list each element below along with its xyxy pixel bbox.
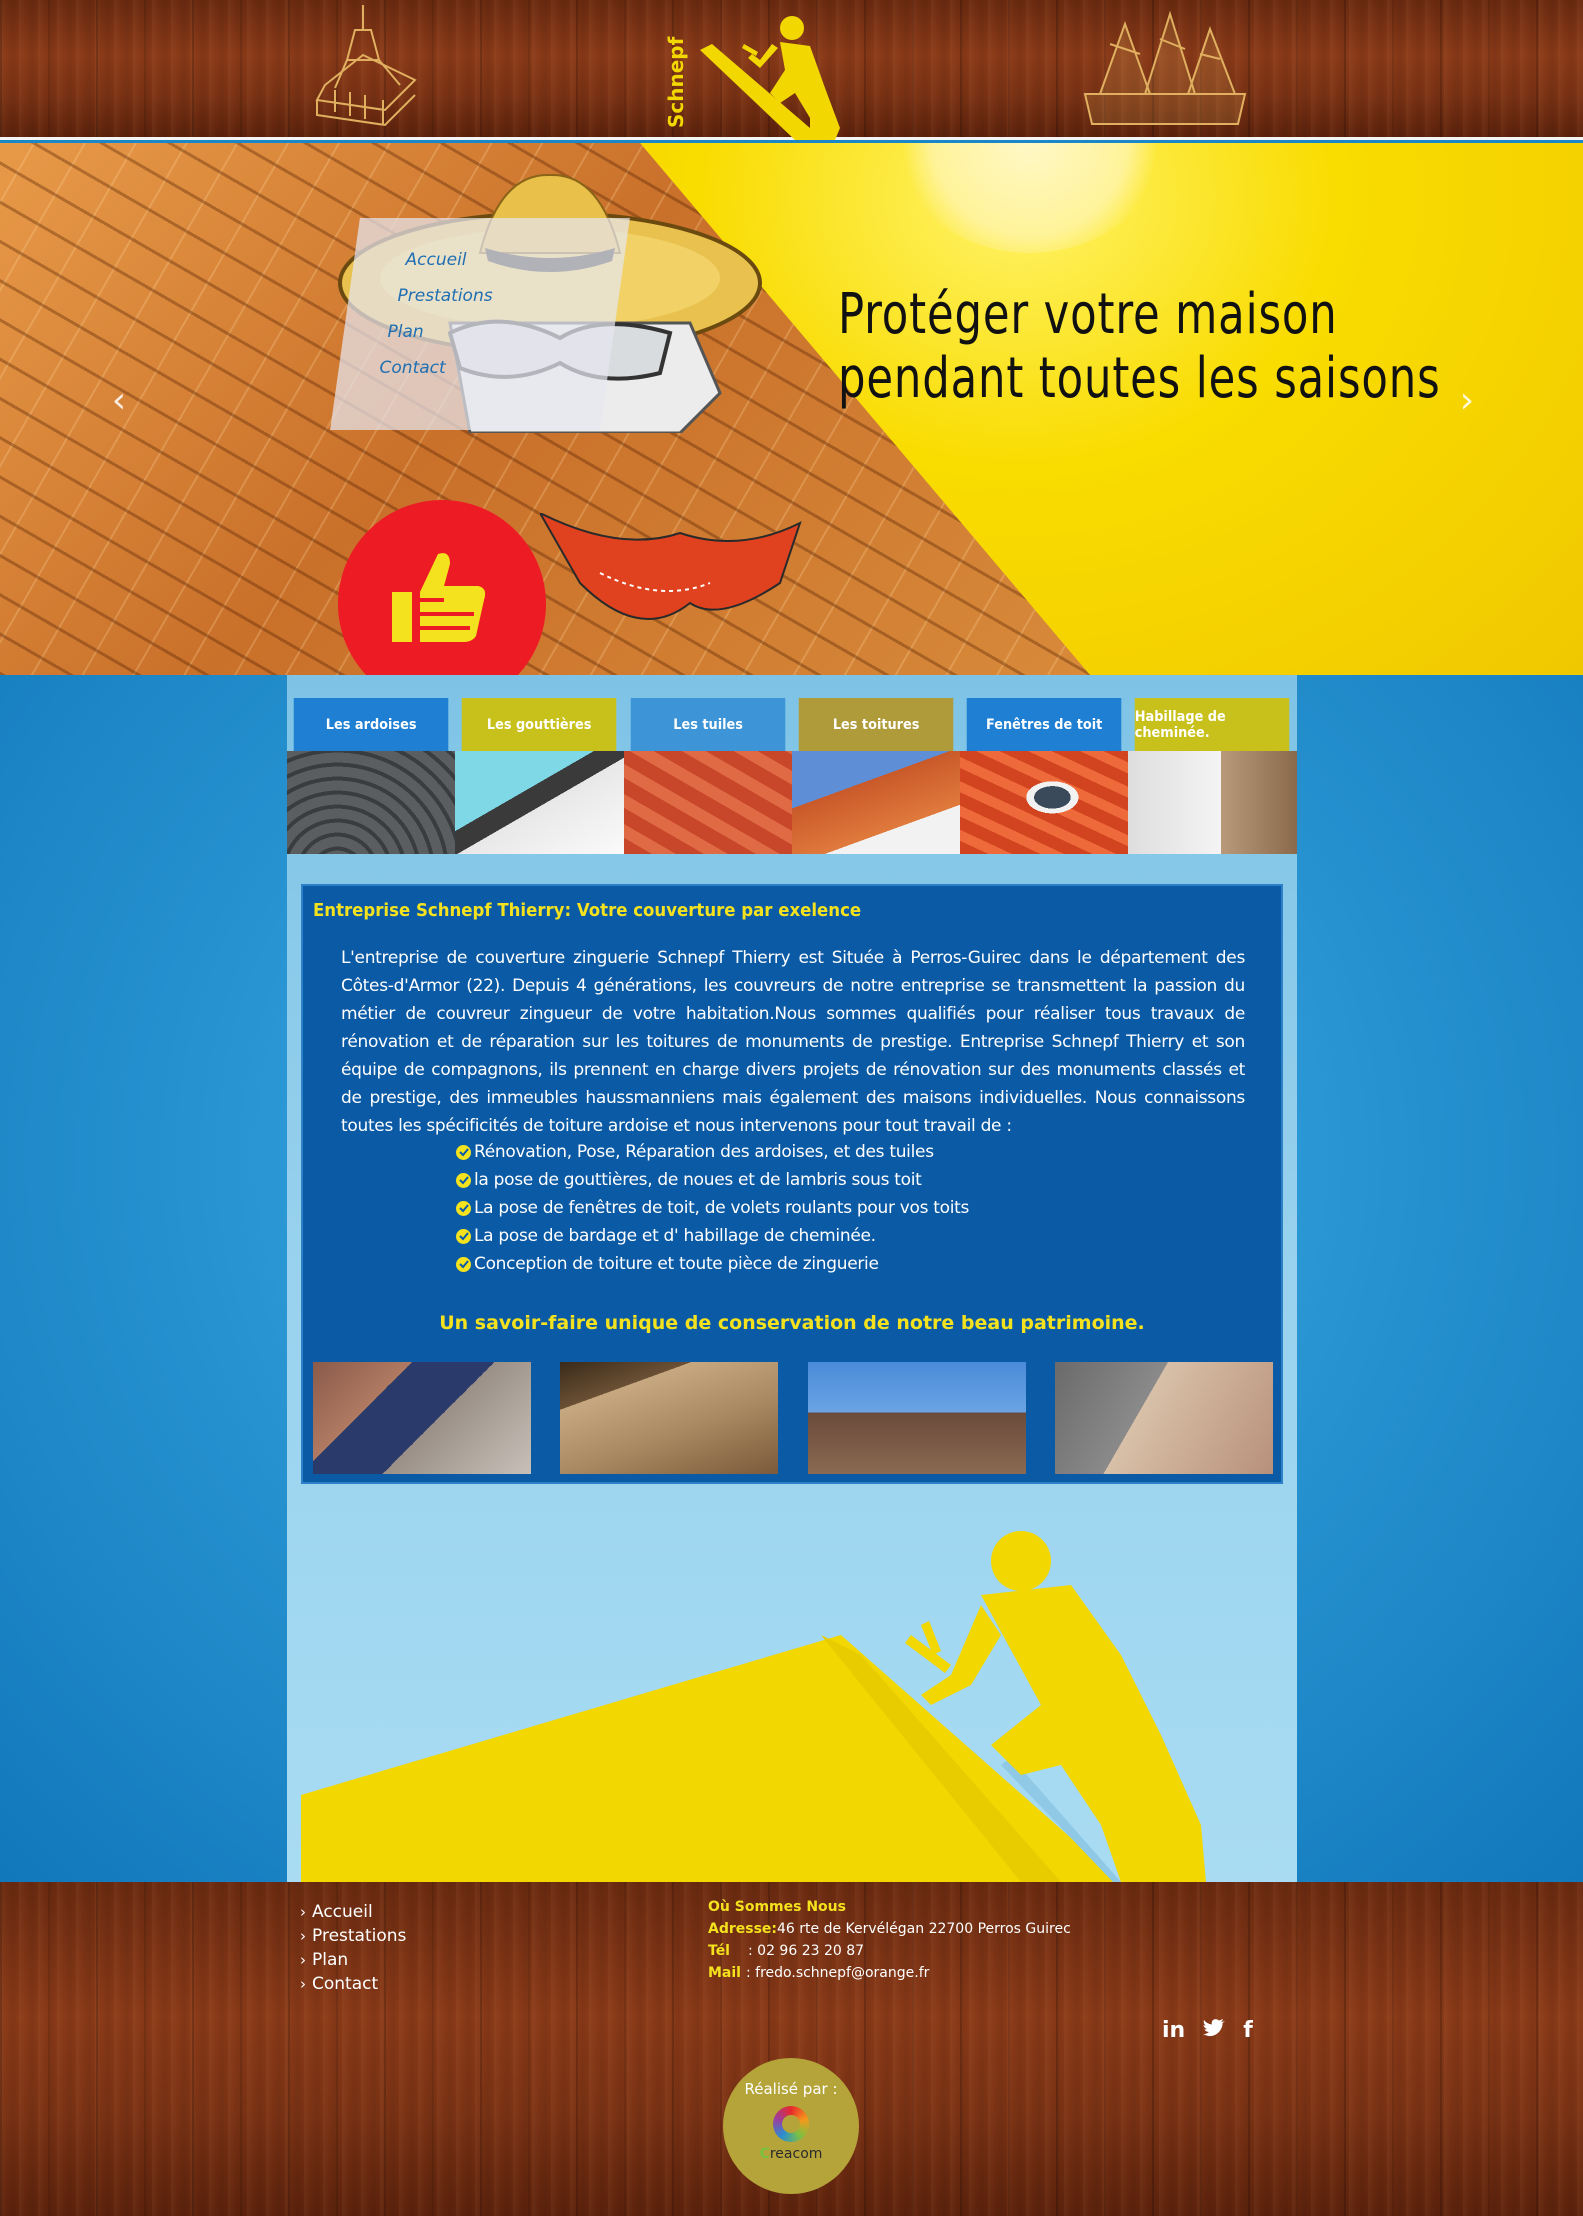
hero-nav-plan[interactable]: Plan [388,322,618,358]
check-circle-icon [456,1228,471,1244]
contact-tel-row: Tél : 02 96 23 20 87 [708,1940,1071,1962]
realise-label: Réalisé par : [744,2080,838,2098]
info-title-brand: Schnepf Thierry [415,900,565,921]
category-label[interactable]: Habillage de cheminée. [1135,698,1291,751]
linkedin-icon[interactable]: in [1162,2018,1185,2043]
mail-value[interactable]: : fredo.schnepf@orange.fr [746,1965,929,1981]
list-item: Conception de toiture et toute pièce de … [456,1250,969,1278]
hero-nav-prestations[interactable]: Prestations [398,286,618,322]
contact-address-row: Adresse:46 rte de Kervélégan 22700 Perro… [708,1918,1071,1940]
tel-label: Tél [708,1943,730,1959]
footer-link-accueil[interactable]: Accueil [300,1900,406,1924]
list-item-text: la pose de gouttières, de noues et de la… [474,1170,922,1190]
footer-link-plan[interactable]: Plan [300,1948,406,1972]
list-item: La pose de bardage et d' habillage de ch… [456,1222,969,1250]
services-list: Rénovation, Pose, Réparation des ardoise… [456,1138,969,1278]
category-label[interactable]: Les tuiles [630,698,786,751]
list-item: Rénovation, Pose, Réparation des ardoise… [456,1138,969,1166]
info-slogan: Un savoir-faire unique de conservation d… [439,1312,1145,1334]
category-tuiles[interactable]: Les tuiles [623,698,792,854]
work-photo-3[interactable] [807,1362,1026,1474]
company-info-box: Entreprise Schnepf Thierry: Votre couver… [301,884,1283,1484]
roofs-image[interactable] [791,751,961,854]
list-item: La pose de fenêtres de toit, de volets r… [456,1194,969,1222]
agency-name-initial: C [759,2146,770,2162]
info-paragraph: L'entreprise de couverture zinguerie Sch… [341,948,1245,1136]
check-circle-icon [456,1256,471,1272]
work-photo-4[interactable] [1054,1362,1273,1474]
info-title: Entreprise Schnepf Thierry: Votre couver… [313,900,861,921]
hero-title: Protéger votre maison pendant toutes les… [838,282,1441,411]
hero-nav-accueil[interactable]: Accueil [406,250,618,286]
list-item-text: Conception de toiture et toute pièce de … [474,1254,879,1274]
work-photo-2[interactable] [560,1362,779,1474]
twitter-icon[interactable] [1203,2018,1226,2043]
roofer-silhouette-illustration [301,1531,1206,1882]
tiles-image[interactable] [623,751,792,854]
category-fenetres[interactable]: Fenêtres de toit [960,698,1129,854]
footer-link-prestations[interactable]: Prestations [300,1924,406,1948]
address-label: Adresse: [708,1921,778,1937]
contact-mail-row: Mail : fredo.schnepf@orange.fr [708,1962,1071,1984]
category-label[interactable]: Les toitures [798,698,954,751]
site-footer: Accueil Prestations Plan Contact Où Somm… [0,1882,1583,2216]
list-item: la pose de gouttières, de noues et de la… [456,1166,969,1194]
category-label[interactable]: Les ardoises [293,698,449,751]
check-circle-icon [456,1172,471,1188]
agency-name-rest: reacom [769,2146,823,2162]
check-circle-icon [456,1144,471,1160]
contact-title: Où Sommes Nous [708,1899,846,1915]
hero-nav-contact[interactable]: Contact [380,358,618,394]
category-tabs: Les ardoises Les gouttières Les tuiles L… [287,698,1297,854]
info-title-suffix: : Votre couverture par exelence [564,900,862,921]
logo-text[interactable]: Schnepf [664,30,688,135]
category-label[interactable]: Fenêtres de toit [966,698,1122,751]
work-photo-1[interactable] [313,1362,531,1474]
address-value: 46 rte de Kervélégan 22700 Perros Guirec [777,1921,1071,1937]
hero-nav-panel: Accueil Prestations Plan Contact [330,218,630,430]
list-item-text: La pose de bardage et d' habillage de ch… [474,1226,876,1246]
site-header: Schnepf [0,0,1583,140]
info-title-prefix: Entreprise [313,900,416,921]
slate-roof-image[interactable] [287,751,456,854]
category-toitures[interactable]: Les toitures [791,698,961,854]
house-model-right-image [1083,10,1247,125]
category-ardoises[interactable]: Les ardoises [287,698,456,854]
check-circle-icon [456,1200,471,1216]
footer-nav: Accueil Prestations Plan Contact [300,1900,406,1996]
agency-badge[interactable]: Réalisé par : Creacom [723,2058,859,2194]
list-item-text: Rénovation, Pose, Réparation des ardoise… [474,1142,934,1162]
hero-slider: Accueil Prestations Plan Contact Protége… [0,143,1583,675]
agency-name: Creacom [723,2146,859,2162]
list-item-text: La pose de fenêtres de toit, de volets r… [474,1198,970,1218]
creacom-logo-icon [773,2106,809,2142]
footer-contact: Où Sommes Nous Adresse:46 rte de Kervélé… [708,1896,1071,1984]
carousel-prev-arrow-icon[interactable]: ‹ [104,381,134,421]
footer-link-contact[interactable]: Contact [300,1972,406,1996]
mail-label: Mail [708,1965,741,1981]
work-photos [313,1362,1273,1474]
fireplace-image[interactable] [1128,751,1297,854]
bandana-illustration [540,513,802,620]
tel-value[interactable]: : 02 96 23 20 87 [748,1943,864,1959]
thumbs-up-icon [392,553,486,642]
logo-roofer-icon [700,16,840,140]
roof-window-image[interactable] [960,751,1129,854]
facebook-icon[interactable]: f [1243,2018,1253,2043]
category-gouttieres[interactable]: Les gouttières [455,698,624,854]
category-label[interactable]: Les gouttières [462,698,617,751]
category-cheminee[interactable]: Habillage de cheminée. [1128,698,1297,854]
gutter-image[interactable] [455,751,624,854]
house-model-left-image [315,5,417,127]
carousel-next-arrow-icon[interactable]: › [1452,381,1482,421]
social-links: in f [1162,2018,1253,2043]
